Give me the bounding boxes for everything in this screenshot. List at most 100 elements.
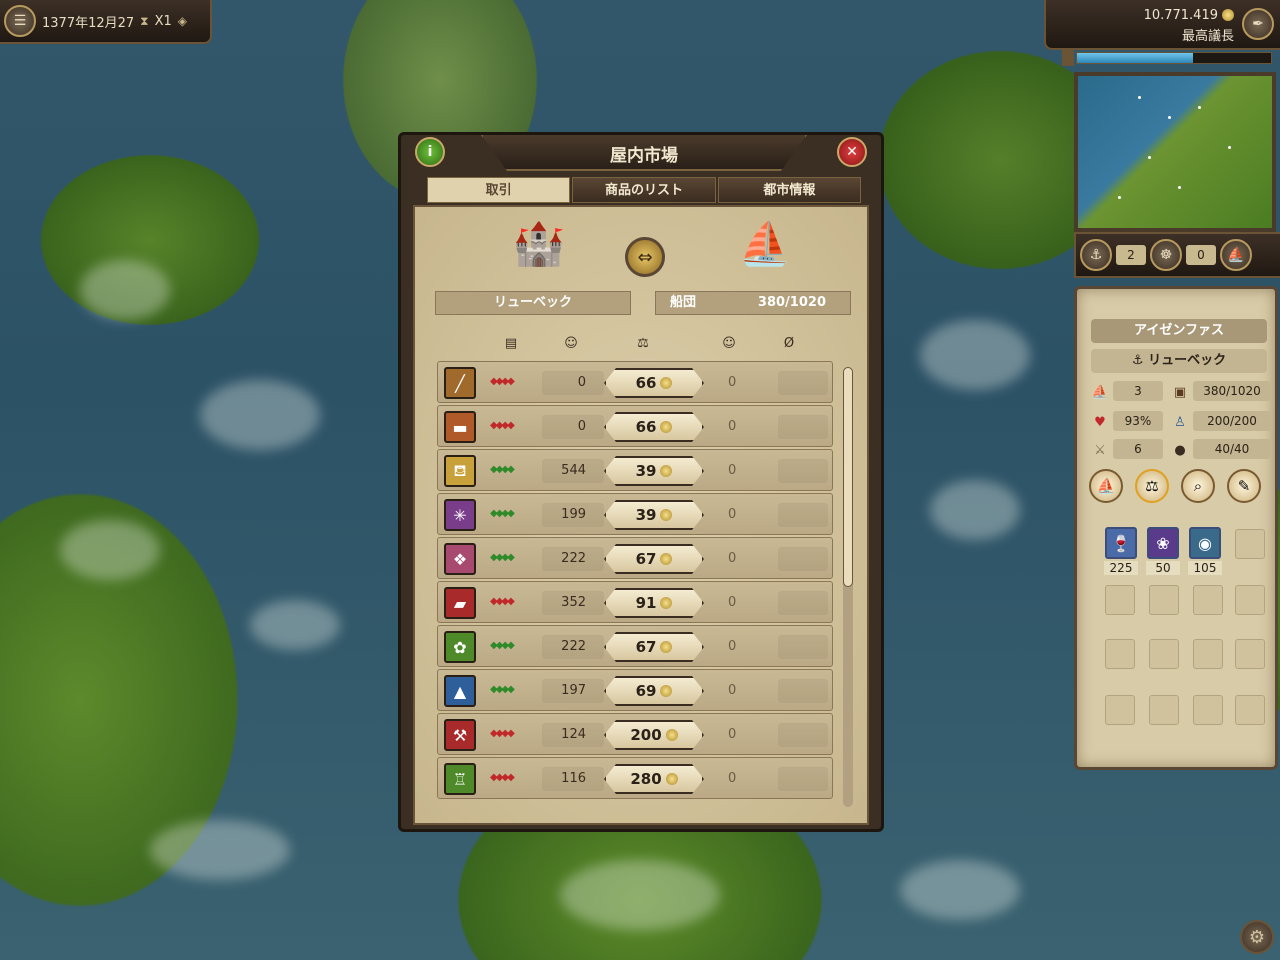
beer-icon[interactable]: ⛾ — [444, 455, 476, 487]
city-stock: 197 — [542, 679, 604, 703]
scrollbar[interactable] — [843, 367, 853, 807]
ship-info-icon[interactable]: ⛵ — [1089, 469, 1123, 503]
iron-icon[interactable]: ▰ — [444, 587, 476, 619]
table-row[interactable]: ♖ ◆◆◆◆ 116 280 0 — [437, 757, 833, 799]
price-button[interactable]: 67 — [604, 632, 704, 662]
average-price — [778, 767, 828, 791]
cloth-icon[interactable]: ❖ — [444, 543, 476, 575]
ship-icon: ⛵ — [1091, 384, 1109, 400]
salt-icon[interactable]: ▲ — [444, 675, 476, 707]
hourglass-icon[interactable]: ⧗ — [140, 14, 148, 29]
timber-icon[interactable]: ╱ — [444, 367, 476, 399]
price-trend: ◆◆◆◆ — [490, 420, 515, 431]
table-row[interactable]: ⚒ ◆◆◆◆ 124 200 0 — [437, 713, 833, 755]
cargo-icon: ▣ — [1173, 384, 1187, 400]
tools-icon[interactable]: ⚒ — [444, 719, 476, 751]
honey-icon[interactable]: ◉ — [1189, 527, 1221, 559]
price-trend: ◆◆◆◆ — [490, 376, 515, 387]
price-trend: ◆◆◆◆ — [490, 684, 515, 695]
table-row[interactable]: ✿ ◆◆◆◆ 222 67 0 — [437, 625, 833, 667]
price-trend: ◆◆◆◆ — [490, 508, 515, 519]
cargo-slot[interactable] — [1105, 585, 1135, 615]
cargo-slot[interactable] — [1105, 639, 1135, 669]
price-button[interactable]: 39 — [604, 500, 704, 530]
average-price — [778, 415, 828, 439]
fleet-label: 船団 — [670, 295, 697, 310]
price-button[interactable]: 66 — [604, 412, 704, 442]
cargo-slot[interactable] — [1235, 695, 1265, 725]
price-button[interactable]: 39 — [604, 456, 704, 486]
average-price — [778, 503, 828, 527]
player-portrait-icon[interactable]: ✒ — [1242, 8, 1274, 40]
brick-icon[interactable]: ▬ — [444, 411, 476, 443]
price-button[interactable]: 200 — [604, 720, 704, 750]
goods-table: ╱ ◆◆◆◆ 0 66 0 ▬ ◆◆◆◆ 0 66 0 ⛾ ◆◆◆◆ 544 3… — [437, 361, 833, 801]
scroll-thumb[interactable] — [843, 367, 853, 587]
table-row[interactable]: ✳ ◆◆◆◆ 199 39 0 — [437, 493, 833, 535]
ship-name[interactable]: アイゼンファス — [1091, 319, 1267, 343]
city-stock: 0 — [542, 415, 604, 439]
tab-trade[interactable]: 取引 — [427, 177, 571, 203]
tab-goods-list[interactable]: 商品のリスト — [572, 177, 716, 203]
fleet-bar: ⚓ 2 ☸ 0 ⛵ — [1074, 232, 1280, 278]
table-row[interactable]: ▰ ◆◆◆◆ 352 91 0 — [437, 581, 833, 623]
ship-stock: 0 — [728, 551, 737, 566]
cargo-slot[interactable] — [1235, 639, 1265, 669]
table-row[interactable]: ▬ ◆◆◆◆ 0 66 0 — [437, 405, 833, 447]
market-titlebar: 屋内市場 — [481, 135, 807, 171]
cargo-slot[interactable] — [1235, 585, 1265, 615]
goblet-icon[interactable]: ♖ — [444, 763, 476, 795]
ship-stock: 0 — [728, 595, 737, 610]
anchor-icon[interactable]: ⚓ — [1080, 239, 1112, 271]
city-label: リューベック — [435, 291, 631, 315]
hemp-icon[interactable]: ✳ — [444, 499, 476, 531]
price-button[interactable]: 66 — [604, 368, 704, 398]
search-ship-icon[interactable]: ⌕ — [1181, 469, 1215, 503]
weapon-icon: ⚔ — [1094, 442, 1106, 458]
table-row[interactable]: ▲ ◆◆◆◆ 197 69 0 — [437, 669, 833, 711]
price-trend: ◆◆◆◆ — [490, 464, 515, 475]
close-icon[interactable]: ✕ — [837, 137, 867, 167]
ship-list-icon[interactable]: ⛵ — [1220, 239, 1252, 271]
price-button[interactable]: 91 — [604, 588, 704, 618]
grain-icon[interactable]: ✿ — [444, 631, 476, 663]
weapons-stat: 6 — [1113, 439, 1163, 459]
table-row[interactable]: ╱ ◆◆◆◆ 0 66 0 — [437, 361, 833, 403]
condition-stat: 93% — [1113, 411, 1163, 431]
city-stock: 116 — [542, 767, 604, 791]
cargo-slot[interactable] — [1193, 695, 1223, 725]
speed-up-icon[interactable]: ◈ — [178, 14, 187, 28]
cargo-slot[interactable] — [1149, 585, 1179, 615]
price-button[interactable]: 67 — [604, 544, 704, 574]
ship-stock: 0 — [728, 683, 737, 698]
trade-icon[interactable]: ⚖ — [1135, 469, 1169, 503]
price-button[interactable]: 280 — [604, 764, 704, 794]
price-button[interactable]: 69 — [604, 676, 704, 706]
cargo-qty: 225 — [1104, 561, 1138, 575]
tab-city-info[interactable]: 都市情報 — [717, 177, 861, 203]
ship-stock: 0 — [728, 375, 737, 390]
cargo-slot[interactable] — [1105, 695, 1135, 725]
minimap[interactable] — [1074, 72, 1276, 232]
cargo-slot[interactable] — [1149, 695, 1179, 725]
wine-icon[interactable]: 🍷 — [1105, 527, 1137, 559]
money-bar: 10.771.419 最高議長 ✒ — [1044, 0, 1280, 50]
settings-gear-icon[interactable]: ⚙ — [1240, 920, 1274, 954]
helm-icon[interactable]: ☸ — [1150, 239, 1182, 271]
swap-icon[interactable]: ⇔ — [625, 237, 665, 277]
sailors-stat: 200/200 — [1193, 411, 1271, 431]
info-icon[interactable]: i — [415, 137, 445, 167]
cargo-slot[interactable] — [1235, 529, 1265, 559]
heart-icon: ♥ — [1094, 414, 1106, 430]
table-row[interactable]: ❖ ◆◆◆◆ 222 67 0 — [437, 537, 833, 579]
grape-icon[interactable]: ❀ — [1147, 527, 1179, 559]
cargo-slot[interactable] — [1149, 639, 1179, 669]
table-row[interactable]: ⛾ ◆◆◆◆ 544 39 0 — [437, 449, 833, 491]
route-icon[interactable]: ✎ — [1227, 469, 1261, 503]
ship-count-stat: 3 — [1113, 381, 1163, 401]
cargo-slot[interactable] — [1193, 585, 1223, 615]
ship-location[interactable]: ⚓ リューベック — [1091, 349, 1267, 373]
cargo-slot[interactable] — [1193, 639, 1223, 669]
game-date: 1377年12月27 — [42, 15, 135, 31]
menu-scroll-icon[interactable]: ☰ — [4, 5, 36, 37]
